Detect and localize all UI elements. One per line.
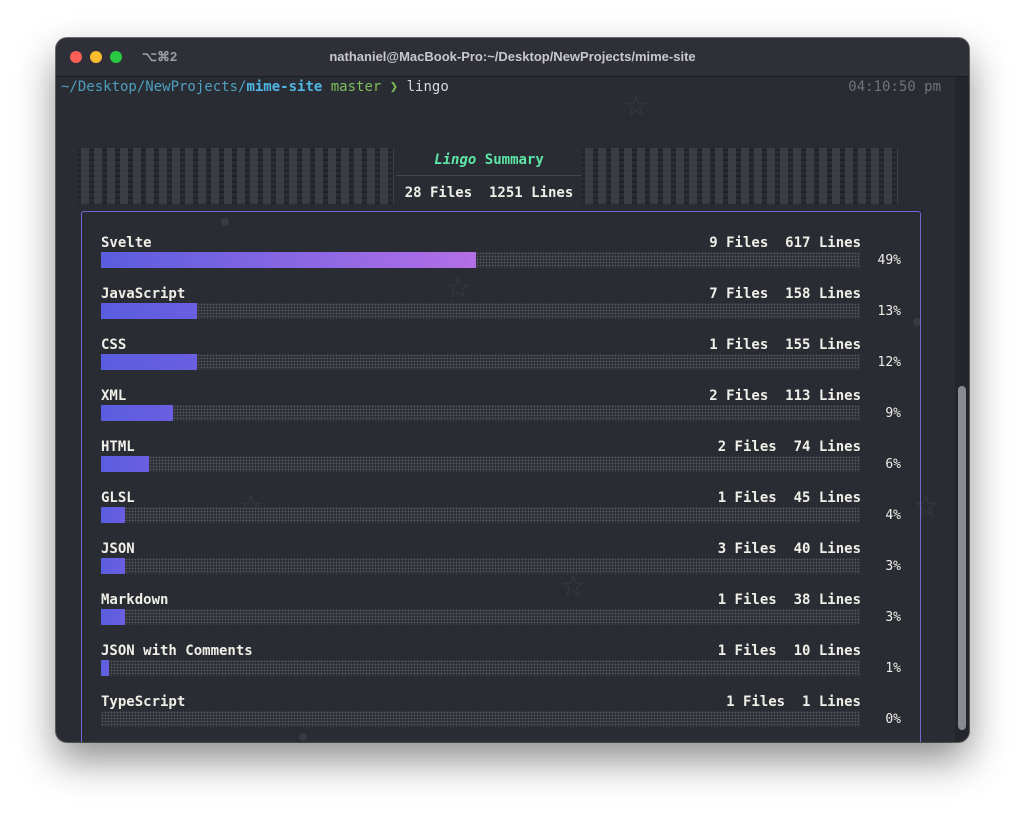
language-counts: 1 Files 10 Lines	[718, 643, 861, 659]
total-lines: 1251 Lines	[489, 185, 574, 201]
language-files: 1 Files	[726, 694, 786, 710]
language-row: TypeScript 1 Files 1 Lines 0%	[82, 671, 920, 727]
language-files: 1 Files	[717, 490, 777, 506]
language-counts: 1 Files 155 Lines	[709, 337, 861, 353]
title-bar: ⌥⌘2 nathaniel@MacBook-Pro:~/Desktop/NewP…	[56, 38, 969, 77]
language-files: 1 Files	[717, 643, 777, 659]
summary-totals: 28 Files 1251 Lines	[376, 185, 602, 201]
language-counts: 3 Files 40 Lines	[718, 541, 861, 557]
language-name: Markdown	[101, 592, 169, 608]
language-counts: 1 Files 38 Lines	[718, 592, 861, 608]
terminal-window: ⌥⌘2 nathaniel@MacBook-Pro:~/Desktop/NewP…	[56, 38, 969, 742]
language-lines: 74 Lines	[793, 439, 861, 455]
summary-title: Lingo Summary	[396, 152, 582, 168]
language-counts: 9 Files 617 Lines	[709, 235, 861, 251]
language-files: 1 Files	[717, 592, 777, 608]
language-name: JavaScript	[101, 286, 186, 302]
language-name: HTML	[101, 439, 135, 455]
shell-prompt: ~/Desktop/NewProjects/mime-site master ❯…	[61, 78, 449, 96]
language-row: JSON with Comments 1 Files 10 Lines 1%	[82, 620, 920, 676]
language-counts: 2 Files 74 Lines	[718, 439, 861, 455]
language-lines: 40 Lines	[793, 541, 861, 557]
prompt-path: ~/Desktop/NewProjects/	[61, 79, 247, 95]
language-lines: 10 Lines	[793, 643, 861, 659]
language-name: JSON with Comments	[101, 643, 253, 659]
summary-title-rest: Summary	[484, 152, 544, 168]
language-lines: 617 Lines	[785, 235, 861, 251]
language-lines: 155 Lines	[785, 337, 861, 353]
language-name: GLSL	[101, 490, 135, 506]
language-lines: 45 Lines	[793, 490, 861, 506]
language-name: CSS	[101, 337, 127, 353]
star-icon: ☆	[624, 80, 649, 126]
language-lines: 158 Lines	[785, 286, 861, 302]
git-branch: master	[330, 79, 382, 95]
language-row: CSS 1 Files 155 Lines 12%	[82, 314, 920, 370]
prompt-arrow-icon: ❯	[389, 79, 399, 95]
language-name: XML	[101, 388, 127, 404]
language-name: JSON	[101, 541, 135, 557]
scrollbar-thumb[interactable]	[958, 386, 966, 730]
header-pattern-left	[78, 148, 394, 204]
command-text: lingo	[406, 79, 449, 95]
language-files: 2 Files	[717, 439, 777, 455]
terminal-content[interactable]: ☆ ☆ ☆ ☆ ☆ ~/Desktop/NewProjects/mime-sit…	[56, 77, 969, 742]
language-files: 9 Files	[709, 235, 769, 251]
language-files: 7 Files	[709, 286, 769, 302]
language-files: 3 Files	[717, 541, 777, 557]
progress-track	[101, 711, 860, 727]
language-lines: 1 Lines	[801, 694, 861, 710]
language-counts: 1 Files 1 Lines	[726, 694, 861, 710]
language-counts: 1 Files 45 Lines	[718, 490, 861, 506]
language-counts: 7 Files 158 Lines	[709, 286, 861, 302]
total-files: 28 Files	[404, 185, 473, 201]
language-row: HTML 2 Files 74 Lines 6%	[82, 416, 920, 472]
language-name: Svelte	[101, 235, 152, 251]
language-row: GLSL 1 Files 45 Lines 4%	[82, 467, 920, 523]
languages-panel: Svelte 9 Files 617 Lines 49% JavaScript 7 Fi…	[81, 211, 921, 742]
window-title: nathaniel@MacBook-Pro:~/Desktop/NewProje…	[329, 49, 696, 64]
language-row: JSON 3 Files 40 Lines 3%	[82, 518, 920, 574]
summary-title-italic: Lingo	[434, 152, 477, 168]
language-percent: 0%	[885, 712, 901, 727]
prompt-time: 04:10:50 pm	[848, 79, 941, 95]
prompt-directory: mime-site	[246, 79, 323, 95]
language-name: TypeScript	[101, 694, 186, 710]
language-row: Svelte 9 Files 617 Lines 49%	[82, 212, 920, 268]
language-files: 2 Files	[709, 388, 769, 404]
language-lines: 113 Lines	[785, 388, 861, 404]
language-counts: 2 Files 113 Lines	[709, 388, 861, 404]
language-files: 1 Files	[709, 337, 769, 353]
language-row: JavaScript 7 Files 158 Lines 13%	[82, 263, 920, 319]
language-row: XML 2 Files 113 Lines 9%	[82, 365, 920, 421]
language-row: Markdown 1 Files 38 Lines 3%	[82, 569, 920, 625]
title-divider	[396, 175, 582, 176]
language-lines: 38 Lines	[793, 592, 861, 608]
header-pattern-right	[582, 148, 898, 204]
